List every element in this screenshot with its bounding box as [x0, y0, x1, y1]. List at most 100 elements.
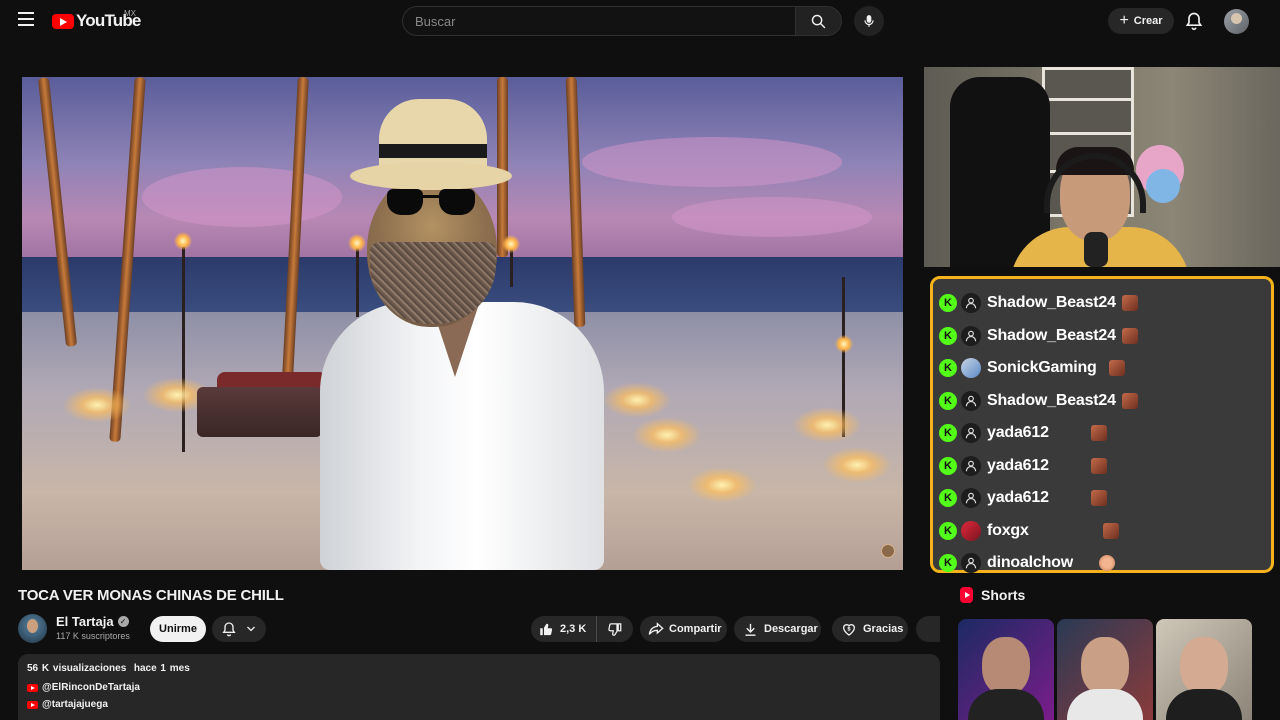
- svg-text:$: $: [847, 626, 851, 632]
- chat-message: K Shadow_Beast24: [939, 287, 1271, 320]
- shorts-icon: [960, 587, 973, 603]
- candle-glow: [62, 387, 132, 423]
- chat-message: K SonickGaming: [939, 352, 1271, 385]
- description-link[interactable]: @ElRinconDeTartaja: [27, 682, 940, 693]
- like-count: 2,3 K: [560, 623, 587, 635]
- channel-name-row[interactable]: El Tartaja ✓: [56, 614, 129, 629]
- plus-icon: +: [1119, 12, 1129, 29]
- default-user-icon: [961, 488, 981, 509]
- description-box[interactable]: 56 K visualizaciones hace 1 mes @ElRinco…: [18, 654, 940, 720]
- chat-message: K Shadow_Beast24: [939, 320, 1271, 353]
- thanks-label: Gracias: [863, 623, 904, 635]
- default-user-icon: [961, 423, 981, 444]
- daybed: [197, 387, 322, 437]
- youtube-play-icon: [52, 13, 74, 29]
- short-body: [968, 689, 1044, 720]
- country-code: MX: [124, 9, 136, 18]
- description-link[interactable]: @tartajajuega: [27, 699, 940, 710]
- chat-username: yada612: [987, 489, 1049, 507]
- chat-username: yada612: [987, 424, 1049, 442]
- channel-name[interactable]: El Tartaja: [56, 614, 114, 629]
- channel-link-text[interactable]: @tartajajuega: [42, 699, 108, 710]
- emote-icon: [1108, 360, 1125, 377]
- microphone-icon: [864, 15, 874, 27]
- default-user-icon: [961, 325, 981, 346]
- streamer-webcam: [924, 67, 1280, 267]
- download-button[interactable]: Descargar: [734, 616, 821, 642]
- join-button[interactable]: Unirme: [150, 616, 206, 642]
- channel-watermark[interactable]: [881, 544, 895, 558]
- emote-icon: [1090, 425, 1107, 442]
- torch-flame: [174, 232, 192, 250]
- search-button[interactable]: [796, 6, 842, 36]
- user-avatar: [961, 520, 981, 541]
- short-body: [1166, 689, 1242, 720]
- kick-badge-icon: K: [939, 326, 957, 345]
- channel-link-text[interactable]: @ElRinconDeTartaja: [42, 682, 140, 693]
- short-face: [1081, 637, 1129, 695]
- download-icon: [745, 623, 756, 636]
- microphone: [1084, 232, 1108, 267]
- share-label: Compartir: [669, 623, 722, 635]
- hat-brim: [350, 162, 512, 190]
- emote-icon: [1090, 490, 1107, 507]
- thanks-button[interactable]: $ Gracias: [832, 616, 908, 642]
- download-label: Descargar: [764, 623, 818, 635]
- youtube-icon: [27, 683, 38, 692]
- default-user-icon: [961, 390, 981, 411]
- kick-badge-icon: K: [939, 359, 957, 378]
- account-avatar[interactable]: [1224, 9, 1249, 34]
- dislike-button[interactable]: [597, 616, 622, 642]
- share-button[interactable]: Compartir: [640, 616, 727, 642]
- shorts-header: Shorts: [960, 587, 1025, 603]
- search-input[interactable]: [402, 6, 796, 36]
- short-face: [982, 637, 1030, 695]
- like-dislike-group: 2,3 K: [531, 616, 633, 642]
- cloud: [672, 197, 872, 237]
- subscription-bell-button[interactable]: [212, 616, 266, 642]
- hat-band: [379, 144, 487, 158]
- notifications-bell-icon[interactable]: [1184, 11, 1204, 31]
- chat-message: Kdinoalchow: [939, 547, 1271, 580]
- chat-username: Shadow_Beast24: [987, 391, 1116, 409]
- candle-glow: [632, 417, 702, 453]
- channel-avatar[interactable]: [18, 614, 47, 643]
- create-button[interactable]: + Crear: [1108, 8, 1174, 34]
- short-thumbnail[interactable]: [1156, 619, 1252, 720]
- more-actions-button[interactable]: [916, 616, 940, 642]
- chat-username: Shadow_Beast24: [987, 326, 1116, 344]
- youtube-icon: [27, 700, 38, 709]
- thumbs-up-icon: [540, 623, 553, 635]
- video-player[interactable]: [22, 77, 903, 570]
- short-thumbnail[interactable]: [1057, 619, 1153, 720]
- torch: [182, 247, 185, 452]
- chat-username: dinoalchow: [987, 554, 1074, 572]
- menu-icon[interactable]: [18, 12, 34, 26]
- voice-search-button[interactable]: [854, 6, 884, 36]
- torch: [510, 247, 513, 287]
- top-bar: YouTube MX + Crear: [0, 0, 1280, 42]
- share-icon: [648, 622, 664, 635]
- kick-badge-icon: K: [939, 456, 957, 475]
- view-count: 56 K visualizaciones: [27, 663, 127, 674]
- like-button[interactable]: 2,3 K: [531, 616, 598, 642]
- palm-trunk: [497, 77, 508, 257]
- chat-message: Kfoxgx: [939, 515, 1271, 548]
- kick-badge-icon: K: [939, 424, 957, 443]
- short-thumbnail[interactable]: [958, 619, 1054, 720]
- cloud: [142, 167, 342, 227]
- kick-badge-icon: K: [939, 294, 957, 313]
- chat-message: Kyada612: [939, 450, 1271, 483]
- kick-badge-icon: K: [939, 489, 957, 508]
- emote-icon: [1121, 392, 1138, 409]
- candle-glow: [792, 407, 862, 443]
- default-user-icon: [961, 455, 981, 476]
- search-icon: [811, 14, 826, 28]
- thumbs-down-icon: [608, 622, 622, 636]
- emote-icon: [1090, 457, 1107, 474]
- subscriber-count: 117 K suscriptores: [56, 631, 130, 641]
- torch: [356, 247, 359, 317]
- short-body: [1067, 689, 1143, 720]
- default-user-icon: [961, 553, 981, 574]
- kick-badge-icon: K: [939, 391, 957, 410]
